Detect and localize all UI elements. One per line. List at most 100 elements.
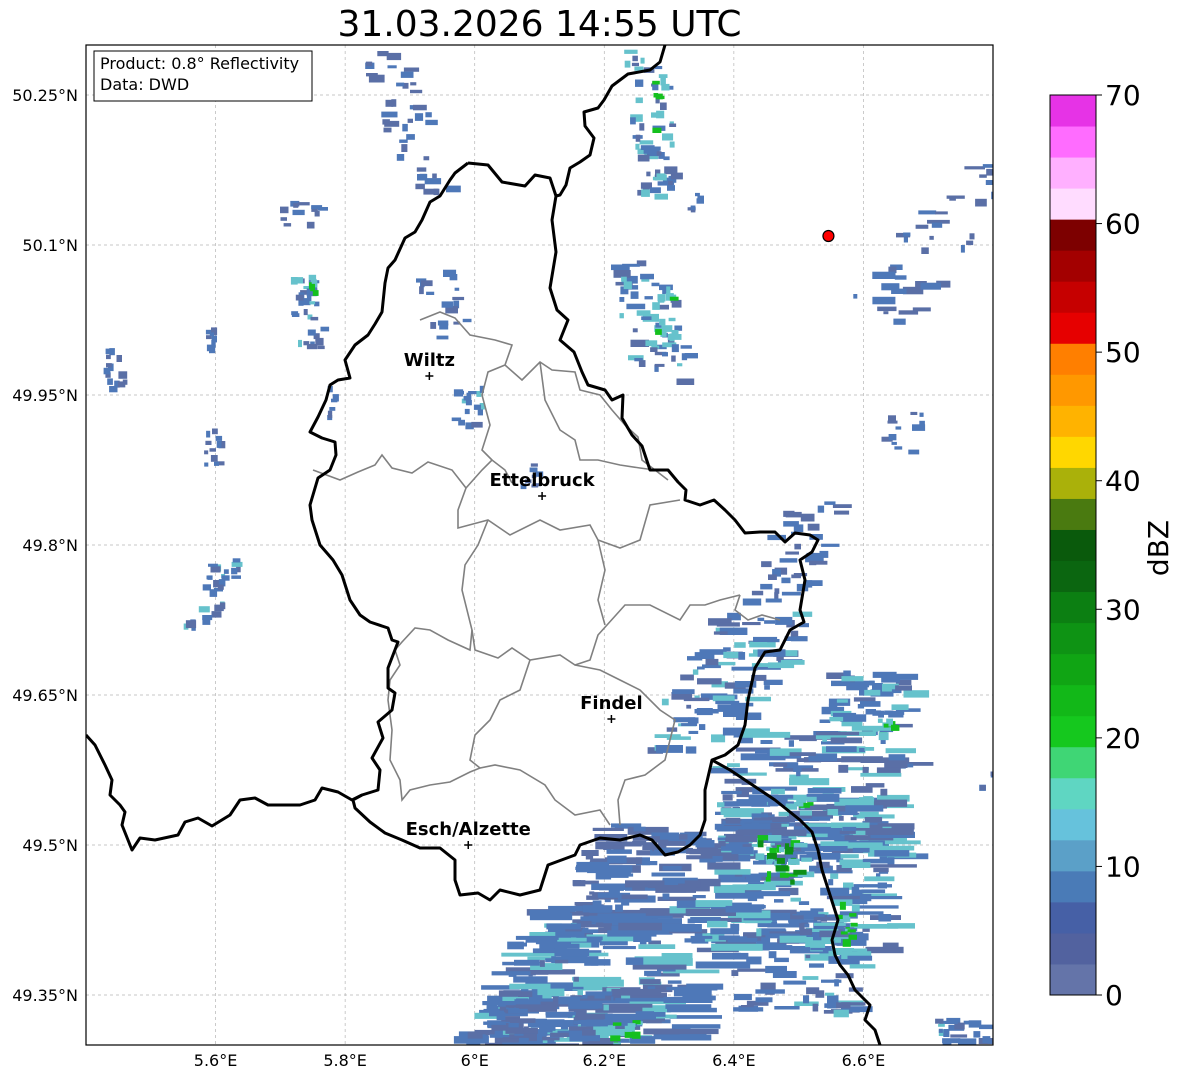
echo-cell [807, 523, 820, 531]
echo-cell [415, 183, 425, 190]
echo-cell [554, 948, 590, 957]
red-location-marker[interactable] [822, 229, 835, 243]
echo-cell [307, 329, 316, 336]
echo-cell [580, 1023, 601, 1027]
echo-cell [765, 598, 782, 603]
echo-cell [327, 410, 333, 419]
echo-cell [865, 828, 914, 835]
echo-cell [537, 988, 565, 997]
echo-cell [765, 965, 787, 974]
echo-cell [931, 222, 943, 228]
echo-cell [730, 702, 754, 707]
echo-cell [950, 1034, 968, 1038]
echo-cell [775, 616, 793, 625]
echo-cell [381, 111, 398, 118]
echo-cell [624, 60, 631, 68]
echo-cell [946, 195, 965, 199]
echo-cell [760, 583, 773, 590]
echo-cell [690, 935, 713, 939]
echo-cell [550, 1047, 560, 1055]
echo-cell [938, 1028, 943, 1033]
echo-cell [661, 86, 670, 91]
echo-cell [799, 928, 813, 936]
echo-cell [785, 551, 799, 555]
echo-cell [624, 49, 638, 54]
echo-cell [658, 304, 669, 310]
echo-cell [539, 1024, 556, 1031]
echo-cell [619, 313, 624, 319]
echo-cell [705, 658, 719, 666]
echo-cell [662, 893, 670, 900]
echo-cell [723, 651, 739, 659]
echo-cell [611, 988, 662, 996]
echo-cell [615, 904, 623, 912]
echo-cell [918, 210, 937, 215]
info-product: Product: 0.8° Reflectivity [100, 54, 299, 73]
echo-cell [781, 823, 789, 827]
echo-cell [659, 284, 673, 291]
echo-cell [433, 188, 440, 196]
echo-cell [721, 790, 742, 795]
echo-cell [847, 929, 856, 933]
echo-cell [420, 280, 433, 287]
echo-cell [864, 689, 881, 696]
echo-cell [663, 996, 713, 1003]
echo-cell [809, 560, 817, 566]
echo-cell [838, 919, 848, 923]
echo-cell [753, 816, 773, 821]
echo-cell [591, 959, 611, 966]
echo-cell [539, 960, 545, 967]
lon-tick-label: 5.8°E [323, 1051, 367, 1070]
colorbar-tick-label: 30 [1105, 593, 1141, 626]
echo-cell [474, 1029, 495, 1035]
echo-cell [884, 710, 894, 715]
echo-cell [742, 598, 762, 606]
echo-cell [592, 900, 602, 906]
echo-cell [329, 407, 336, 411]
echo-cell [232, 558, 241, 563]
echo-cell [868, 924, 882, 928]
echo-cell [640, 979, 661, 985]
echo-cell [661, 1034, 712, 1041]
echo-cell [757, 617, 765, 622]
echo-cell [883, 311, 889, 315]
echo-cell [639, 123, 645, 131]
echo-cell [801, 857, 812, 862]
colorbar-segment [1050, 622, 1096, 655]
echo-cell [838, 764, 849, 773]
echo-cell [887, 420, 898, 424]
echo-cell [671, 1024, 721, 1029]
echo-cell [710, 928, 739, 935]
echo-cell [413, 104, 427, 111]
echo-cell [760, 740, 773, 744]
echo-cell [410, 89, 423, 94]
colorbar-segment [1050, 498, 1096, 530]
colorbar-segment [1050, 808, 1096, 841]
echo-cell [621, 894, 648, 900]
echo-cell [529, 912, 573, 921]
echo-cell [839, 911, 884, 915]
echo-cell [853, 697, 876, 702]
echo-cell [697, 666, 705, 670]
echo-cell [667, 980, 682, 984]
echo-cell [827, 995, 839, 1004]
echo-cell [280, 206, 289, 214]
echo-cell [585, 991, 613, 996]
echo-cell [790, 879, 795, 885]
echo-cell [315, 337, 324, 346]
echo-cell [756, 928, 762, 937]
echo-cell [738, 652, 746, 660]
echo-cell [781, 591, 801, 596]
colorbar-segment [1050, 436, 1096, 468]
echo-cell [441, 301, 454, 308]
echo-cell [767, 662, 795, 669]
echo-cell [805, 580, 823, 586]
echo-cell [912, 424, 926, 431]
echo-cell [760, 982, 776, 990]
echo-cell [641, 189, 650, 197]
echo-cell [613, 1042, 621, 1045]
echo-cell [640, 273, 654, 280]
echo-cell [631, 62, 639, 67]
echo-cell [861, 889, 886, 894]
echo-cell [741, 823, 771, 830]
